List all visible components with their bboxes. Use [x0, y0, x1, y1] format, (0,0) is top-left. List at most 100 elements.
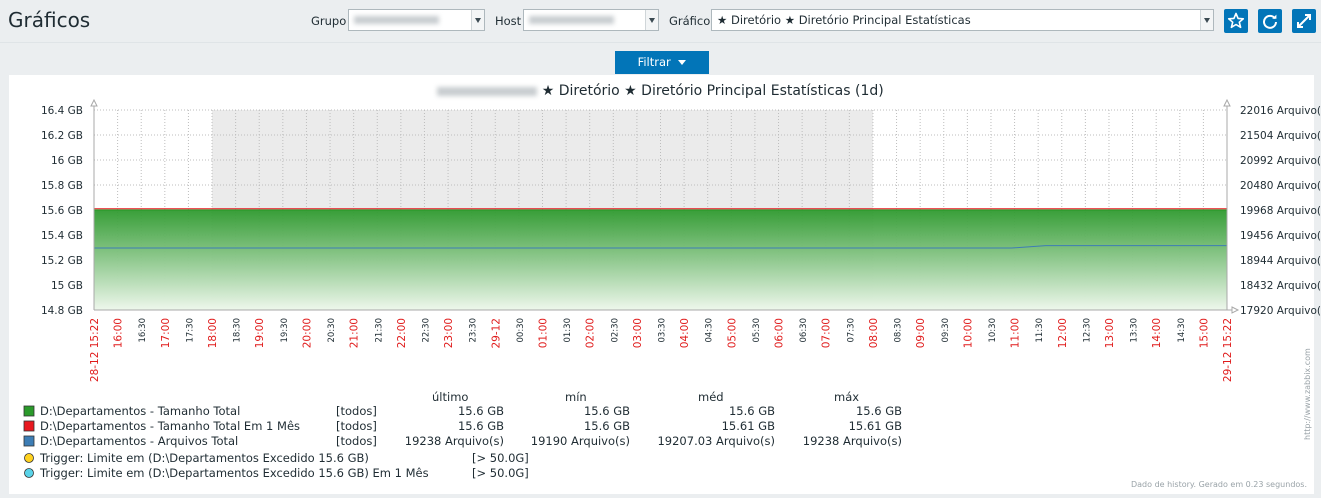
y-tick-label-left: 15.6 GB — [41, 205, 83, 217]
x-tick-label: 09:30 — [941, 318, 951, 343]
x-tick-label: 12:30 — [1082, 318, 1092, 343]
x-tick-label: 17:00 — [160, 318, 172, 348]
legend-item-name: D:\Departamentos - Arquivos Total — [40, 434, 238, 448]
legend-item-value: 15.6 GB — [458, 404, 504, 418]
x-tick-label: 08:00 — [868, 318, 880, 348]
x-tick-label: 13:30 — [1130, 318, 1140, 343]
x-tick-label: 28-12 15:22 — [89, 318, 101, 382]
y-tick-label-right: 22016 Arquivo(s) — [1240, 105, 1321, 117]
zabbix-watermark: http://www.zabbix.com — [1303, 348, 1312, 440]
axis-left-arrow — [90, 98, 98, 107]
legend-header: mín — [565, 390, 587, 404]
x-tick-label: 22:00 — [396, 318, 408, 348]
legend-item-name: D:\Departamentos - Tamanho Total Em 1 Mê… — [40, 419, 300, 433]
x-tick-label: 11:00 — [1010, 318, 1022, 348]
legend-header: máx — [834, 390, 859, 404]
y-tick-label-left: 16.2 GB — [41, 130, 83, 142]
x-tick-label: 06:30 — [799, 318, 809, 343]
x-tick-label: 16:30 — [138, 318, 148, 343]
x-tick-label: 20:00 — [301, 318, 313, 348]
y-tick-label-left: 15.8 GB — [41, 180, 83, 192]
graph-footnote: Dado de history. Gerado em 0.23 segundos… — [1130, 480, 1307, 489]
x-tick-label: 12:00 — [1057, 318, 1069, 348]
x-tick-label: 29-12 15:22 — [1222, 318, 1234, 382]
legend-header: méd — [698, 390, 724, 404]
legend-item-name: D:\Departamentos - Tamanho Total — [40, 404, 240, 418]
legend-swatch — [23, 420, 35, 432]
trigger-threshold: [> 50.0G] — [472, 466, 529, 480]
x-tick-label: 18:30 — [233, 318, 243, 343]
y-tick-label-left: 15 GB — [51, 280, 83, 292]
y-tick-label-right: 20480 Arquivo(s) — [1240, 180, 1321, 192]
x-tick-label: 23:00 — [443, 318, 455, 348]
legend-item-func: [todos] — [336, 404, 377, 418]
axis-bottom-arrow — [1231, 306, 1240, 314]
x-tick-label: 05:30 — [752, 318, 762, 343]
trigger-text: Trigger: Limite em (D:\Departamentos Exc… — [39, 466, 429, 480]
legend-swatch — [23, 405, 35, 417]
x-tick-label: 19:30 — [280, 318, 290, 343]
x-tick-label: 08:30 — [894, 318, 904, 343]
x-tick-label: 15:00 — [1198, 318, 1210, 348]
x-tick-label: 04:00 — [679, 318, 691, 348]
x-tick-label: 07:30 — [846, 318, 856, 343]
legend-item-value: 15.6 GB — [584, 419, 630, 433]
y-tick-label-right: 18432 Arquivo(s) — [1240, 280, 1321, 292]
legend-item-value: 19238 Arquivo(s) — [405, 434, 504, 448]
x-tick-label: 17:30 — [185, 318, 195, 343]
x-tick-label: 05:00 — [726, 318, 738, 348]
x-tick-label: 01:30 — [563, 318, 573, 343]
legend-item-value: 15.6 GB — [729, 404, 775, 418]
y-tick-label-left: 15.4 GB — [41, 230, 83, 242]
trigger-text: Trigger: Limite em (D:\Departamentos Exc… — [39, 451, 369, 465]
y-tick-label-right: 20992 Arquivo(s) — [1240, 155, 1321, 167]
x-tick-label: 03:30 — [658, 318, 668, 343]
y-tick-label-right: 19456 Arquivo(s) — [1240, 230, 1321, 242]
trigger-threshold: [> 50.0G] — [472, 451, 529, 465]
x-tick-label: 04:30 — [705, 318, 715, 343]
legend-item-value: 15.6 GB — [458, 419, 504, 433]
graph-chart: 16.4 GB 22016 Arquivo(s) 16.2 GB 21504 Arqu… — [23, 98, 1321, 480]
x-tick-label: 29-12 — [490, 318, 502, 349]
x-tick-label: 22:30 — [421, 318, 431, 343]
legend-item-value: 15.61 GB — [722, 419, 775, 433]
legend-item-func: [todos] — [336, 419, 377, 433]
legend-swatch — [23, 435, 35, 447]
y-tick-label-left: 16 GB — [51, 155, 83, 167]
y-tick-label-left: 15.2 GB — [41, 255, 83, 267]
x-tick-label: 02:00 — [585, 318, 597, 348]
x-tick-label: 16:00 — [113, 318, 125, 348]
x-tick-label: 07:00 — [821, 318, 833, 348]
x-tick-label: 02:30 — [610, 318, 620, 343]
x-tick-label: 11:30 — [1035, 318, 1045, 343]
y-tick-label-right: 17920 Arquivo(s) — [1240, 305, 1321, 317]
legend-item-value: 19238 Arquivo(s) — [803, 434, 902, 448]
y-tick-label-left: 16.4 GB — [41, 105, 83, 117]
legend-item-value: 15.6 GB — [584, 404, 630, 418]
x-tick-label: 18:00 — [207, 318, 219, 348]
series-area-tamanho-total — [94, 210, 1227, 310]
legend-item-value: 19207.03 Arquivo(s) — [657, 434, 775, 448]
trigger-swatch — [24, 468, 34, 478]
legend-header: último — [432, 390, 468, 404]
x-tick-label: 21:00 — [349, 318, 361, 348]
y-tick-label-right: 21504 Arquivo(s) — [1240, 130, 1321, 142]
x-tick-label: 14:00 — [1151, 318, 1163, 348]
trigger-swatch — [24, 453, 34, 463]
axis-right-arrow — [1223, 98, 1231, 107]
x-tick-label: 23:30 — [469, 318, 479, 343]
x-tick-label: 09:00 — [915, 318, 927, 348]
x-tick-label: 06:00 — [774, 318, 786, 348]
x-tick-label: 10:00 — [962, 318, 974, 348]
legend-item-value: 15.6 GB — [856, 404, 902, 418]
x-tick-label: 10:30 — [988, 318, 998, 343]
legend-item-value: 19190 Arquivo(s) — [531, 434, 630, 448]
legend-item-func: [todos] — [336, 434, 377, 448]
x-tick-label: 21:30 — [374, 318, 384, 343]
x-tick-label: 01:00 — [537, 318, 549, 348]
legend-item-value: 15.61 GB — [849, 419, 902, 433]
y-tick-label-right: 19968 Arquivo(s) — [1240, 205, 1321, 217]
x-tick-label: 03:00 — [632, 318, 644, 348]
x-tick-label: 00:30 — [516, 318, 526, 343]
x-tick-label: 14:30 — [1177, 318, 1187, 343]
